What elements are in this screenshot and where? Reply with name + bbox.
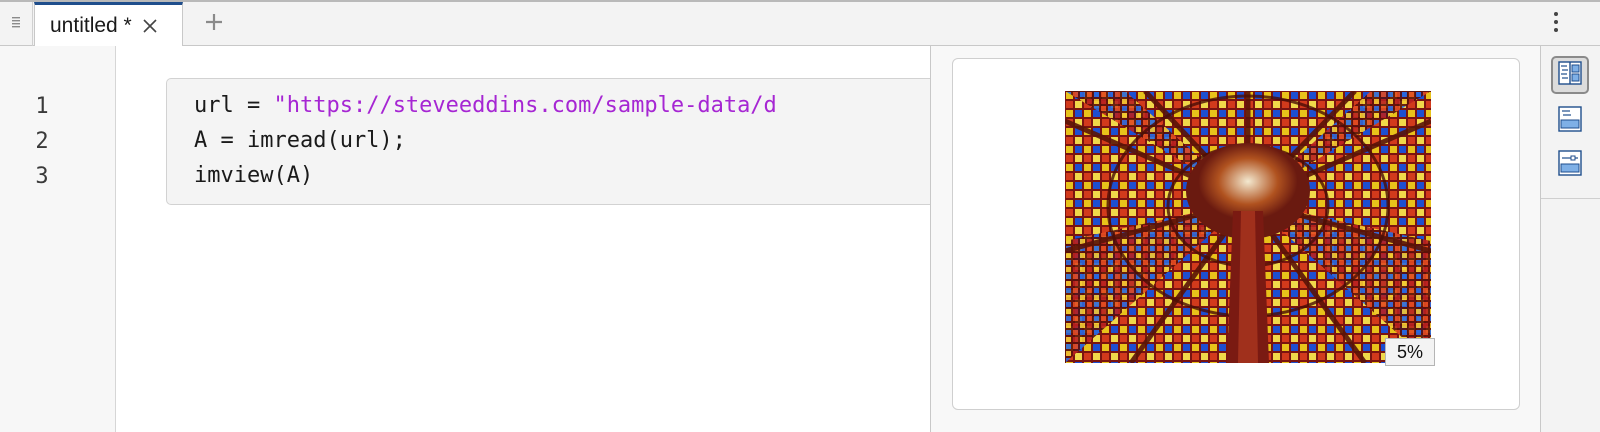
layout-toolbar [1540,46,1600,432]
line-number: 2 [35,129,49,154]
output-card: 5% [952,58,1520,410]
code-line-1[interactable]: url = "https://steveeddins.com/sample-da… [194,93,777,118]
more-options-button[interactable] [1544,10,1568,38]
output-on-right-button[interactable] [1551,56,1589,94]
code-text: url = [194,93,274,118]
tab-label: untitled * [50,14,132,37]
hide-code-button[interactable] [1551,146,1589,184]
output-inline-button[interactable] [1551,102,1589,140]
vertical-ellipsis-icon [1553,11,1559,38]
toolbar-divider [1541,198,1600,199]
add-tab-button[interactable] [200,10,228,38]
code-editor[interactable]: url = "https://steveeddins.com/sample-da… [116,46,946,432]
close-icon[interactable] [141,17,159,35]
image-output[interactable] [1065,91,1431,363]
code-cell[interactable]: url = "https://steveeddins.com/sample-da… [166,78,946,205]
plus-icon [204,12,224,37]
zoom-level-badge: 5% [1385,338,1435,366]
line-number-gutter: 1 2 3 [0,46,116,432]
code-line-2[interactable]: A = imread(url); [194,128,406,153]
line-number: 1 [35,94,49,119]
line-number: 3 [35,164,49,189]
tab-menu-button[interactable] [0,2,33,46]
hide-code-icon [1558,149,1582,181]
output-pane: 5% [930,46,1540,432]
drag-handle-icon [11,15,21,34]
output-on-right-icon [1558,60,1582,90]
tab-untitled[interactable]: untitled * [34,2,183,47]
string-literal: "https://steveeddins.com/sample-data/d [273,93,777,118]
code-line-3[interactable]: imview(A) [194,163,313,188]
stained-glass-image [1065,91,1431,363]
output-inline-icon [1558,105,1582,137]
tab-bar: untitled * [0,0,1600,47]
